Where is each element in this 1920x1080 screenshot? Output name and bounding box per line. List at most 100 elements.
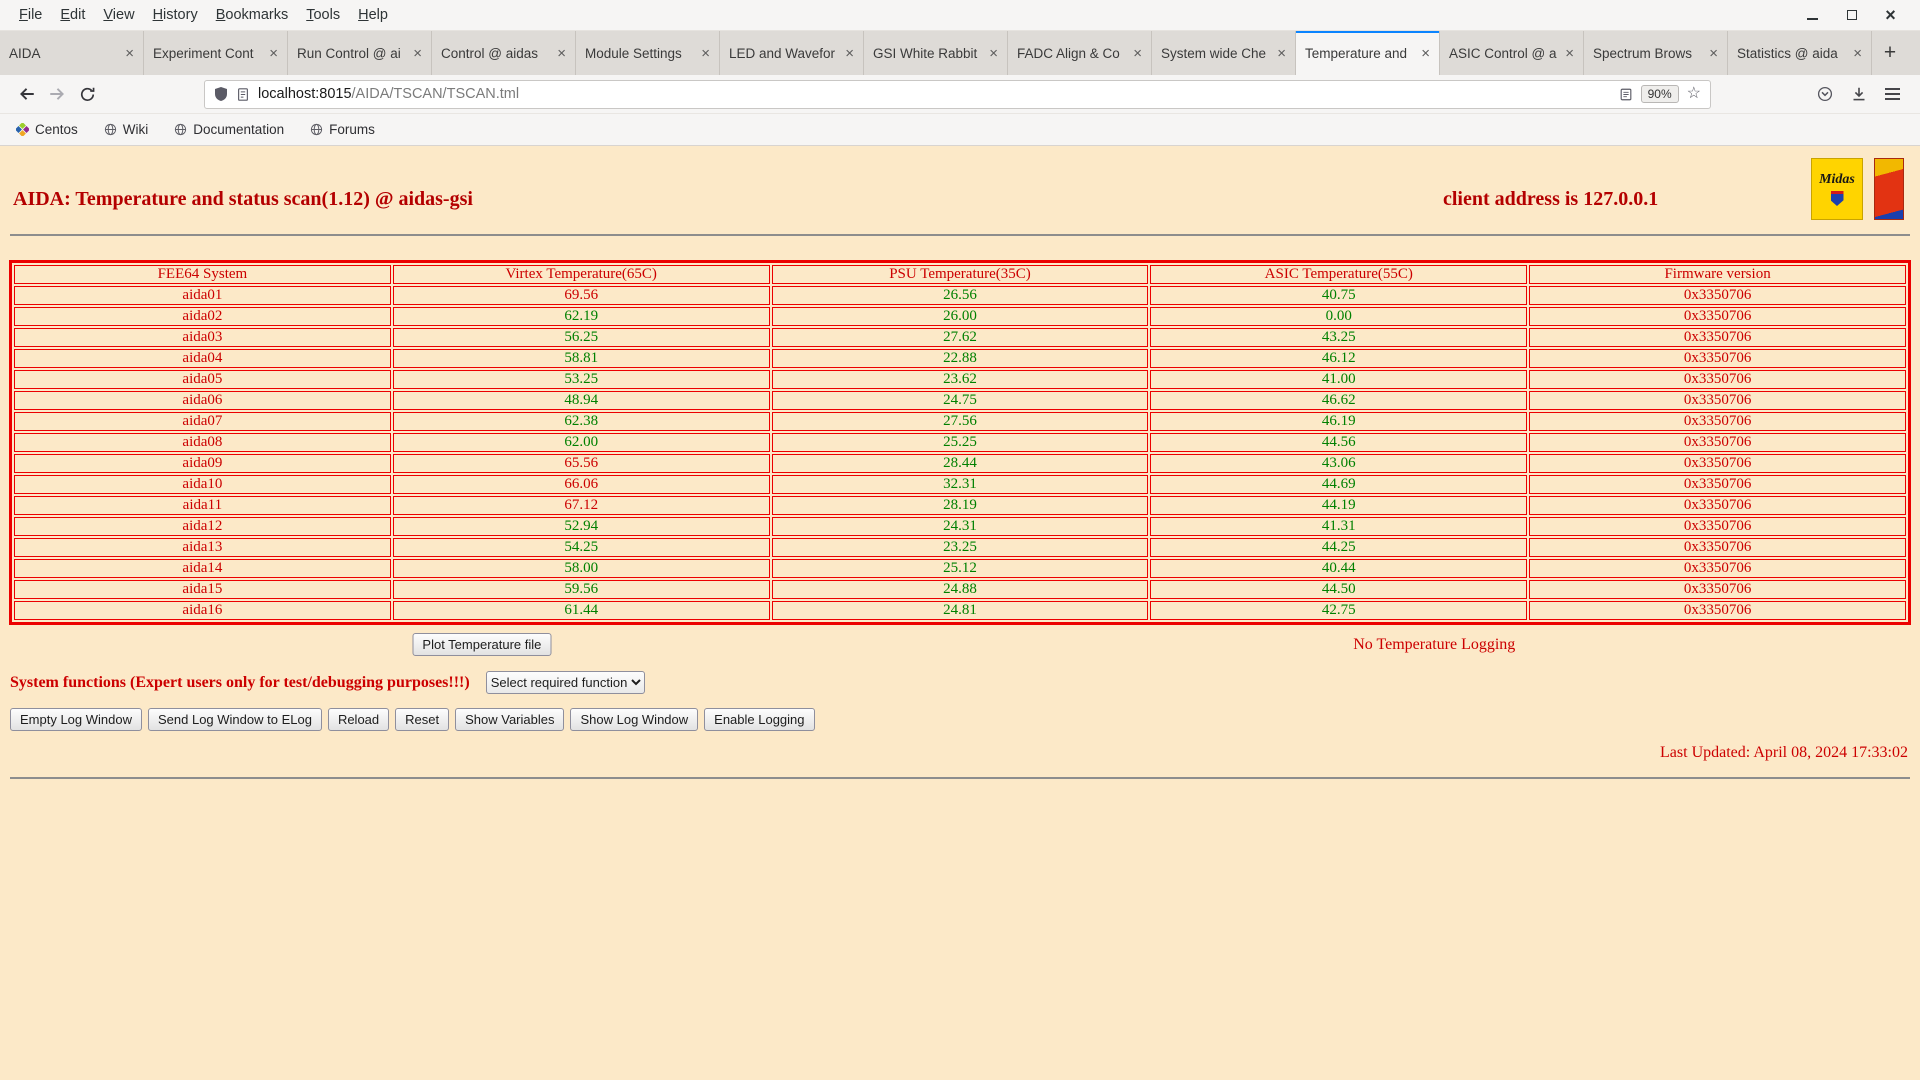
reload-button[interactable]: Reload — [327, 708, 390, 731]
tab-close-icon[interactable]: × — [1277, 46, 1286, 61]
psu-temperature: 28.19 — [771, 496, 1149, 515]
bookmark-star-icon[interactable]: ☆ — [1687, 86, 1701, 102]
table-row-aida03: aida03 56.25 27.62 43.25 0x3350706 — [14, 328, 1906, 347]
col-header-asic-temperature: ASIC Temperature(55C) — [1150, 265, 1528, 284]
tab-close-icon[interactable]: × — [1565, 46, 1574, 61]
back-icon — [20, 88, 34, 100]
tab-close-icon[interactable]: × — [989, 46, 998, 61]
tab-statistics-aida[interactable]: Statistics @ aida × — [1728, 31, 1872, 75]
fee64-system: aida12 — [14, 517, 391, 536]
fee64-system: aida10 — [14, 475, 391, 494]
reader-mode-icon[interactable] — [1619, 87, 1633, 102]
virtex-temperature: 69.56 — [392, 286, 770, 305]
menu-bookmarks[interactable]: Bookmarks — [207, 4, 298, 26]
tab-close-icon[interactable]: × — [557, 46, 566, 61]
firmware-version: 0x3350706 — [1529, 349, 1906, 368]
tab-aida[interactable]: AIDA × — [0, 31, 144, 75]
col-header-virtex-temperature: Virtex Temperature(65C) — [392, 265, 770, 284]
tab-close-icon[interactable]: × — [413, 46, 422, 61]
tab-asic-control-a[interactable]: ASIC Control @ a × — [1440, 31, 1584, 75]
tab-close-icon[interactable]: × — [125, 46, 134, 61]
tab-module-settings[interactable]: Module Settings × — [576, 31, 720, 75]
firmware-version: 0x3350706 — [1529, 454, 1906, 473]
bookmark-wiki[interactable]: Wiki — [104, 122, 148, 137]
tab-title: FADC Align & Co — [1017, 45, 1120, 61]
firmware-version: 0x3350706 — [1529, 370, 1906, 389]
enable-logging-button[interactable]: Enable Logging — [704, 708, 815, 731]
firmware-version: 0x3350706 — [1529, 517, 1906, 536]
menu-history[interactable]: History — [144, 4, 207, 26]
forward-button[interactable] — [42, 79, 72, 109]
fee64-system: aida04 — [14, 349, 391, 368]
show-log-window-button[interactable]: Show Log Window — [570, 708, 699, 731]
asic-temperature: 43.06 — [1150, 454, 1528, 473]
asic-temperature: 44.56 — [1150, 433, 1528, 452]
tab-run-control-ai[interactable]: Run Control @ ai × — [288, 31, 432, 75]
tab-experiment-cont[interactable]: Experiment Cont × — [144, 31, 288, 75]
tab-spectrum-brows[interactable]: Spectrum Brows × — [1584, 31, 1728, 75]
tab-close-icon[interactable]: × — [845, 46, 854, 61]
tracking-shield-icon[interactable] — [214, 86, 228, 102]
menu-file[interactable]: File — [10, 4, 51, 26]
tab-title: Temperature and — [1305, 45, 1408, 61]
bookmark-forums[interactable]: Forums — [310, 122, 375, 137]
downloads-icon[interactable] — [1851, 86, 1867, 102]
virtex-temperature: 62.38 — [392, 412, 770, 431]
app-menu-icon[interactable] — [1885, 87, 1900, 101]
url-text[interactable]: localhost:8015/AIDA/TSCAN/TSCAN.tml — [258, 86, 1611, 102]
menu-edit[interactable]: Edit — [51, 4, 94, 26]
bookmark-documentation[interactable]: Documentation — [174, 122, 284, 137]
tab-close-icon[interactable]: × — [1421, 46, 1430, 61]
tab-led-and-wavefor[interactable]: LED and Wavefor × — [720, 31, 864, 75]
reload-button[interactable] — [72, 79, 102, 109]
tab-close-icon[interactable]: × — [1853, 46, 1862, 61]
firmware-version: 0x3350706 — [1529, 328, 1906, 347]
psu-temperature: 25.12 — [771, 559, 1149, 578]
zoom-level-badge[interactable]: 90% — [1640, 85, 1679, 103]
plot-temperature-file-button[interactable]: Plot Temperature file — [412, 633, 552, 656]
tab-gsi-white-rabbit[interactable]: GSI White Rabbit × — [864, 31, 1008, 75]
maximize-button[interactable] — [1844, 8, 1859, 23]
tab-temperature-and[interactable]: Temperature and × — [1296, 31, 1440, 75]
asic-temperature: 46.19 — [1150, 412, 1528, 431]
virtex-temperature: 62.00 — [392, 433, 770, 452]
tab-close-icon[interactable]: × — [1133, 46, 1142, 61]
new-tab-button[interactable]: + — [1872, 31, 1908, 75]
tab-fadc-align-co[interactable]: FADC Align & Co × — [1008, 31, 1152, 75]
table-row-aida16: aida16 61.44 24.81 42.75 0x3350706 — [14, 601, 1906, 620]
tab-control-aidas[interactable]: Control @ aidas × — [432, 31, 576, 75]
table-row-aida04: aida04 58.81 22.88 46.12 0x3350706 — [14, 349, 1906, 368]
header-row: FEE64 System Virtex Temperature(65C) PSU… — [14, 265, 1906, 284]
show-variables-button[interactable]: Show Variables — [455, 708, 565, 731]
menu-help[interactable]: Help — [349, 4, 397, 26]
tab-close-icon[interactable]: × — [701, 46, 710, 61]
tab-system-wide-che[interactable]: System wide Che × — [1152, 31, 1296, 75]
tab-title: AIDA — [9, 45, 41, 61]
send-log-window-to-elog-button[interactable]: Send Log Window to ELog — [148, 708, 322, 731]
firmware-version: 0x3350706 — [1529, 580, 1906, 599]
tab-title: Experiment Cont — [153, 45, 254, 61]
menu-view[interactable]: View — [94, 4, 143, 26]
bookmark-centos[interactable]: Centos — [16, 122, 78, 137]
site-info-icon[interactable] — [236, 87, 250, 102]
minimize-button[interactable] — [1805, 8, 1820, 23]
pocket-icon[interactable] — [1817, 86, 1833, 102]
tab-close-icon[interactable]: × — [269, 46, 278, 61]
toolbar-right-icons — [1809, 86, 1908, 102]
firmware-version: 0x3350706 — [1529, 601, 1906, 620]
asic-temperature: 46.12 — [1150, 349, 1528, 368]
url-bar[interactable]: localhost:8015/AIDA/TSCAN/TSCAN.tml 90% … — [204, 79, 1711, 109]
menu-tools[interactable]: Tools — [297, 4, 349, 26]
reset-button[interactable]: Reset — [395, 708, 450, 731]
tab-close-icon[interactable]: × — [1709, 46, 1718, 61]
asic-temperature: 41.31 — [1150, 517, 1528, 536]
asic-temperature: 40.44 — [1150, 559, 1528, 578]
virtex-temperature: 62.19 — [392, 307, 770, 326]
function-select[interactable]: Select required function — [485, 671, 645, 694]
firmware-version: 0x3350706 — [1529, 433, 1906, 452]
navigation-toolbar: localhost:8015/AIDA/TSCAN/TSCAN.tml 90% … — [0, 75, 1920, 113]
empty-log-window-button[interactable]: Empty Log Window — [10, 708, 142, 731]
system-functions-label: System functions (Expert users only for … — [10, 673, 470, 691]
close-window-button[interactable]: × — [1883, 6, 1898, 24]
back-button[interactable] — [12, 79, 42, 109]
